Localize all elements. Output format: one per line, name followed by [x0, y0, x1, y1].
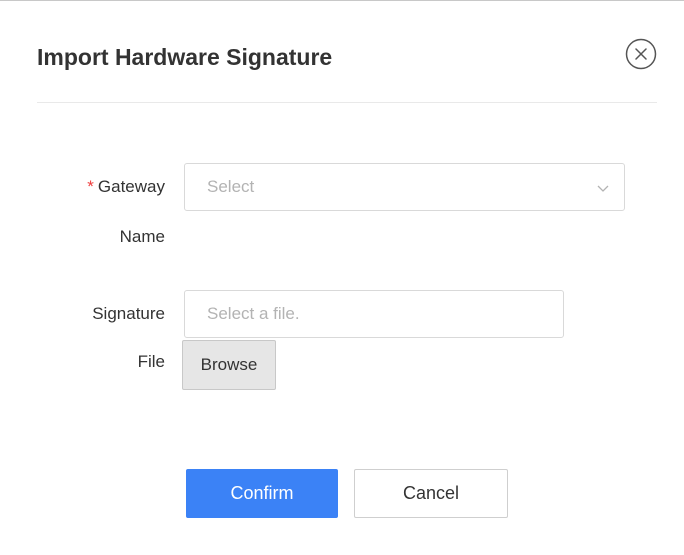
required-marker: *	[87, 177, 94, 196]
signature-file-label: Signature	[92, 304, 165, 323]
gateway-name-select[interactable]: Select	[184, 163, 625, 211]
signature-file-input[interactable]	[184, 290, 564, 338]
chevron-down-icon	[597, 185, 609, 192]
import-hardware-signature-dialog: Import Hardware Signature * Gateway Name …	[0, 0, 684, 555]
dialog-top-border	[0, 0, 684, 1]
header-divider	[37, 102, 657, 103]
gateway-name-label-line2: Name	[119, 227, 165, 246]
close-button[interactable]	[625, 38, 657, 70]
confirm-button[interactable]: Confirm	[186, 469, 338, 518]
dialog-title: Import Hardware Signature	[37, 44, 333, 70]
gateway-name-select-placeholder: Select	[207, 177, 255, 196]
signature-file-label-line2: File	[137, 352, 165, 371]
cancel-button[interactable]: Cancel	[354, 469, 508, 518]
gateway-name-label: * Gateway	[35, 170, 165, 204]
close-circle-icon	[625, 38, 657, 70]
browse-button[interactable]: Browse	[182, 340, 276, 390]
gateway-name-label-line1: Gateway	[97, 177, 165, 196]
